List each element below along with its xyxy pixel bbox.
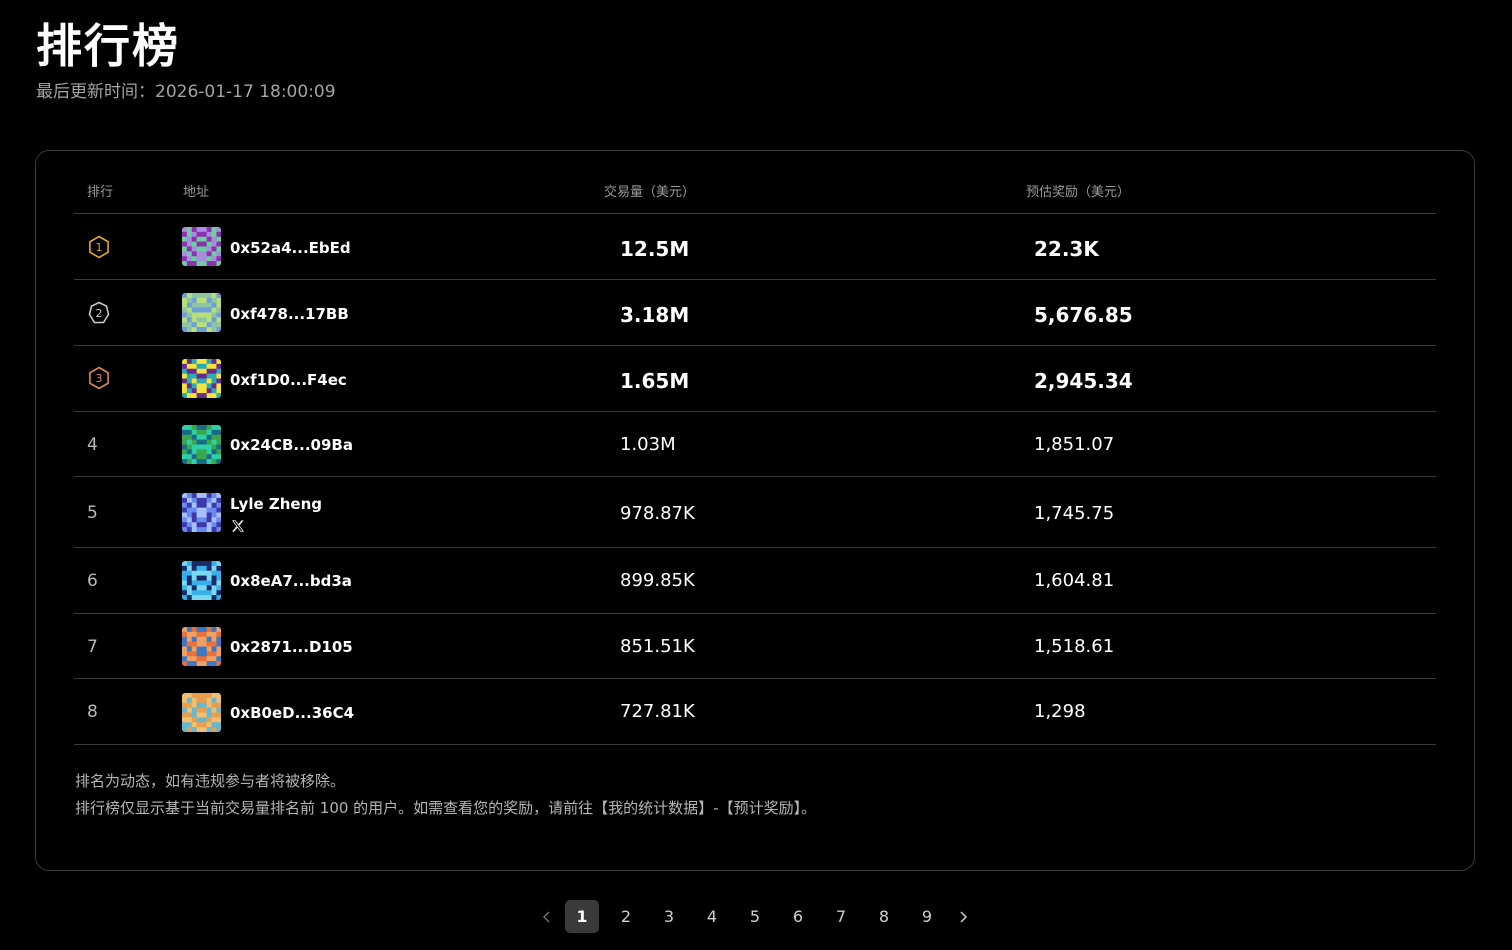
address-link[interactable]: 0x8eA7...bd3a bbox=[230, 572, 352, 590]
table-row: 7 0x2871...D105 851.51K 1,518.61 bbox=[74, 614, 1436, 679]
address-link[interactable]: 0xB0eD...36C4 bbox=[230, 704, 354, 722]
avatar bbox=[182, 561, 221, 600]
svg-text:2: 2 bbox=[96, 307, 103, 320]
gold-medal-icon: 1 bbox=[89, 235, 109, 259]
page-button-8[interactable]: 8 bbox=[867, 900, 901, 933]
table-row: 2 0xf478...17BB 3.18M 5,676.85 bbox=[74, 280, 1436, 346]
bronze-medal-icon: 3 bbox=[89, 366, 109, 390]
table-row: 6 0x8eA7...bd3a 899.85K 1,604.81 bbox=[74, 548, 1436, 614]
table-row: 3 0xf1D0...F4ec 1.65M 2,945.34 bbox=[74, 346, 1436, 412]
avatar bbox=[182, 627, 221, 666]
display-name-link[interactable]: Lyle Zheng bbox=[230, 495, 322, 513]
reward-value: 1,745.75 bbox=[1034, 503, 1115, 524]
table-header: 排行 地址 交易量（美元） 预估奖励（美元） bbox=[74, 151, 1436, 214]
avatar bbox=[182, 425, 221, 464]
page-button-2[interactable]: 2 bbox=[609, 900, 643, 933]
address-link[interactable]: 0xf1D0...F4ec bbox=[230, 371, 347, 389]
rank-number: 5 bbox=[87, 503, 98, 523]
rank-number: 6 bbox=[87, 571, 98, 591]
volume-value: 978.87K bbox=[620, 503, 695, 524]
rank-number: 7 bbox=[87, 637, 98, 657]
leaderboard-notes: 排名为动态，如有违规参与者将被移除。 排行榜仅显示基于当前交易量排名前 100 … bbox=[75, 768, 816, 822]
svg-text:3: 3 bbox=[96, 372, 103, 385]
page-button-1[interactable]: 1 bbox=[565, 900, 599, 933]
volume-value: 3.18M bbox=[620, 303, 690, 327]
leaderboard-rows: 1 0x52a4...EbEd 12.5M 22.3K 2 0xf478...1… bbox=[74, 214, 1436, 745]
page-button-4[interactable]: 4 bbox=[695, 900, 729, 933]
column-header-volume: 交易量（美元） bbox=[604, 185, 696, 200]
rank-number: 8 bbox=[87, 702, 98, 722]
volume-value: 12.5M bbox=[620, 237, 690, 261]
page-button-6[interactable]: 6 bbox=[781, 900, 815, 933]
column-header-rank: 排行 bbox=[87, 185, 114, 200]
reward-value: 1,604.81 bbox=[1034, 570, 1115, 591]
volume-value: 727.81K bbox=[620, 701, 695, 722]
reward-value: 1,518.61 bbox=[1034, 636, 1115, 657]
table-row: 8 0xB0eD...36C4 727.81K 1,298 bbox=[74, 679, 1436, 745]
note-line: 排行榜仅显示基于当前交易量排名前 100 的用户。如需查看您的奖励，请前往【我的… bbox=[75, 799, 817, 817]
page-button-7[interactable]: 7 bbox=[824, 900, 858, 933]
table-row: 1 0x52a4...EbEd 12.5M 22.3K bbox=[74, 214, 1436, 280]
reward-value: 2,945.34 bbox=[1034, 369, 1133, 393]
silver-medal-icon: 2 bbox=[88, 301, 110, 324]
reward-value: 1,851.07 bbox=[1034, 434, 1115, 455]
volume-value: 1.03M bbox=[620, 434, 676, 455]
avatar bbox=[182, 359, 221, 398]
column-header-reward: 预估奖励（美元） bbox=[1026, 185, 1131, 200]
avatar bbox=[182, 293, 221, 332]
last-updated-text: 最后更新时间：2026-01-17 18:00:09 bbox=[36, 82, 336, 102]
page-button-3[interactable]: 3 bbox=[652, 900, 686, 933]
volume-value: 1.65M bbox=[620, 369, 690, 393]
volume-value: 851.51K bbox=[620, 636, 695, 657]
avatar bbox=[182, 227, 221, 266]
reward-value: 1,298 bbox=[1034, 701, 1086, 722]
column-header-address: 地址 bbox=[183, 185, 210, 200]
avatar bbox=[182, 693, 221, 732]
avatar bbox=[182, 493, 221, 532]
leaderboard-card: 排行 地址 交易量（美元） 预估奖励（美元） 1 0x52a4...EbEd 1… bbox=[35, 150, 1475, 871]
page-button-9[interactable]: 9 bbox=[910, 900, 944, 933]
chevron-left-icon[interactable] bbox=[541, 910, 553, 924]
page-button-5[interactable]: 5 bbox=[738, 900, 772, 933]
table-row: 4 0x24CB...09Ba 1.03M 1,851.07 bbox=[74, 412, 1436, 477]
table-row: 5 Lyle Zheng 978.87K 1,745.75 bbox=[74, 477, 1436, 548]
note-line: 排名为动态，如有违规参与者将被移除。 bbox=[75, 772, 346, 790]
address-link[interactable]: 0x52a4...EbEd bbox=[230, 239, 351, 257]
address-link[interactable]: 0x24CB...09Ba bbox=[230, 436, 353, 454]
chevron-right-icon[interactable] bbox=[957, 910, 969, 924]
reward-value: 22.3K bbox=[1034, 237, 1099, 261]
rank-number: 4 bbox=[87, 435, 98, 455]
x-icon[interactable] bbox=[231, 519, 245, 533]
address-link[interactable]: 0x2871...D105 bbox=[230, 638, 353, 656]
volume-value: 899.85K bbox=[620, 570, 695, 591]
page-title: 排行榜 bbox=[36, 19, 180, 73]
address-link[interactable]: 0xf478...17BB bbox=[230, 305, 349, 323]
pagination: 1 2 3 4 5 6 7 8 9 bbox=[0, 900, 1512, 934]
reward-value: 5,676.85 bbox=[1034, 303, 1133, 327]
svg-text:1: 1 bbox=[96, 241, 103, 254]
